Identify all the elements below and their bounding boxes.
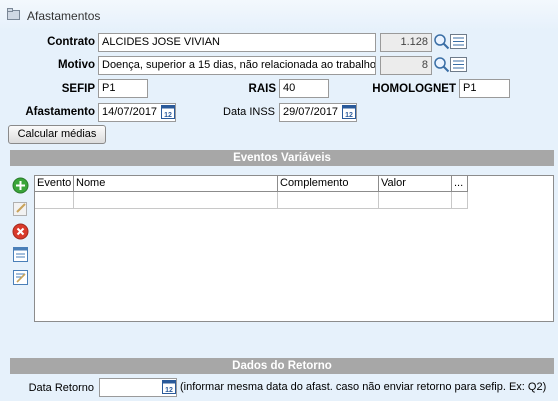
svg-text:12: 12 <box>164 112 172 119</box>
sefip-field[interactable]: P1 <box>98 79 148 98</box>
motivo-code-field[interactable]: 8 <box>380 56 432 75</box>
sefip-label: SEFIP <box>61 83 95 95</box>
data-retorno-label: Data Retorno <box>28 382 94 394</box>
svg-text:12: 12 <box>345 112 353 119</box>
list-icon[interactable] <box>450 34 467 49</box>
calendar-icon[interactable]: 12 <box>162 380 176 394</box>
data-retorno-hint: (informar mesma data do afast. caso não … <box>180 381 547 393</box>
magnifier-icon[interactable] <box>433 56 450 73</box>
contrato-field[interactable]: ALCIDES JOSE VIVIAN <box>98 33 376 52</box>
data-inss-label: Data INSS <box>223 106 275 118</box>
column-header-nome[interactable]: Nome <box>74 176 278 192</box>
column-header-more[interactable]: ... <box>452 176 468 192</box>
calendar-icon[interactable]: 12 <box>161 105 175 119</box>
column-header-evento[interactable]: Evento <box>35 176 74 192</box>
afastamento-label: Afastamento <box>25 106 95 118</box>
rais-label: RAIS <box>248 83 276 95</box>
svg-text:12: 12 <box>165 387 173 394</box>
notes-icon[interactable] <box>12 269 29 286</box>
table-cell-nome[interactable] <box>74 192 278 209</box>
delete-icon[interactable] <box>12 223 29 240</box>
folder-icon <box>7 8 20 20</box>
magnifier-icon[interactable] <box>433 33 450 50</box>
copy-icon[interactable] <box>12 246 29 263</box>
eventos-table[interactable]: Evento Nome Complemento Valor ... <box>34 175 554 322</box>
motivo-field[interactable]: Doença, superior a 15 dias, não relacion… <box>98 56 376 75</box>
window-title: Afastamentos <box>27 9 101 23</box>
table-cell-evento[interactable] <box>35 192 74 209</box>
homolognet-label: HOMOLOGNET <box>372 83 456 95</box>
table-cell-valor[interactable] <box>379 192 452 209</box>
calcular-medias-button[interactable]: Calcular médias <box>8 125 106 144</box>
motivo-label: Motivo <box>57 59 95 71</box>
calendar-icon[interactable]: 12 <box>342 105 356 119</box>
edit-icon[interactable] <box>12 200 29 217</box>
column-header-complemento[interactable]: Complemento <box>278 176 379 192</box>
add-icon[interactable] <box>12 177 29 194</box>
table-cell-more[interactable] <box>452 192 468 209</box>
contrato-label: Contrato <box>47 36 95 48</box>
column-header-valor[interactable]: Valor <box>379 176 452 192</box>
contrato-code-field[interactable]: 1.128 <box>380 33 432 52</box>
eventos-section-header: Eventos Variáveis <box>10 150 554 166</box>
rais-field[interactable]: 40 <box>279 79 329 98</box>
homolognet-field[interactable]: P1 <box>459 79 510 98</box>
list-icon[interactable] <box>450 57 467 72</box>
retorno-section-header: Dados do Retorno <box>10 358 554 374</box>
table-cell-complemento[interactable] <box>278 192 379 209</box>
